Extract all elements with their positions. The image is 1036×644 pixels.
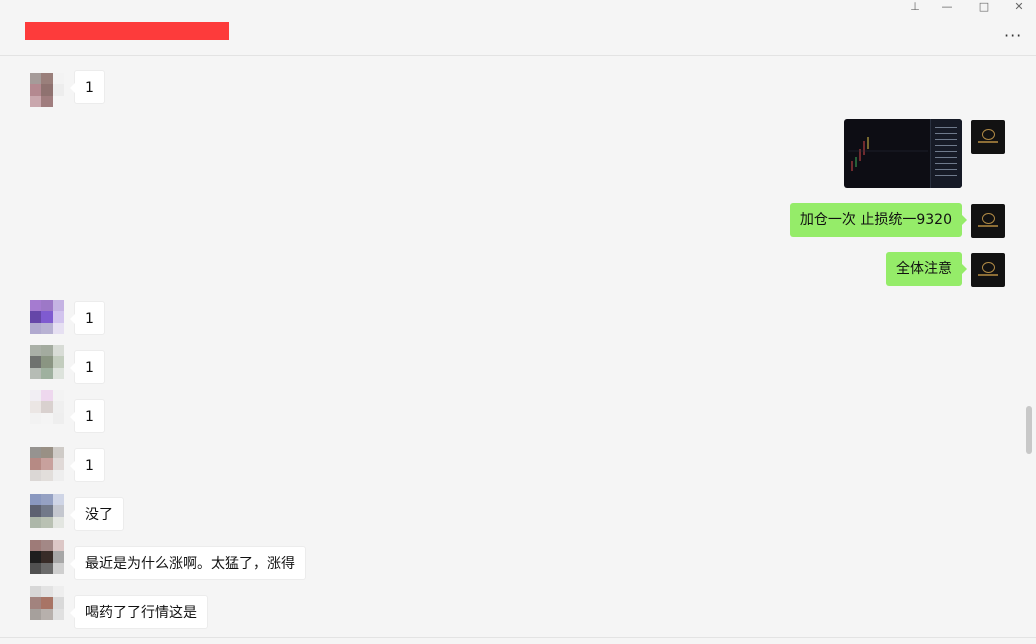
avatar[interactable]	[30, 300, 64, 334]
redacted-chat-title	[25, 22, 229, 40]
message-bubble[interactable]: 1	[70, 350, 105, 384]
self-avatar[interactable]	[971, 204, 1005, 238]
self-avatar[interactable]	[971, 120, 1005, 154]
message-bubble[interactable]: 最近是为什么涨啊。太猛了，涨得	[70, 546, 306, 580]
close-button[interactable]: ✕	[1002, 0, 1036, 14]
avatar[interactable]	[30, 73, 64, 107]
avatar[interactable]	[30, 390, 64, 424]
avatar[interactable]	[30, 345, 64, 379]
message-bubble[interactable]: 喝药了了行情这是	[70, 595, 208, 629]
divider	[0, 637, 1036, 638]
message-bubble[interactable]: 没了	[70, 497, 124, 531]
avatar[interactable]	[30, 540, 64, 574]
maximize-button[interactable]: □	[967, 0, 1001, 14]
message-bubble[interactable]: 1	[70, 399, 105, 433]
message-bubble[interactable]: 加仓一次 止损统一9320	[789, 203, 968, 237]
pin-icon[interactable]: ⊥	[898, 0, 932, 14]
avatar[interactable]	[30, 586, 64, 620]
message-bubble[interactable]: 全体注意	[886, 252, 967, 286]
message-bubble[interactable]: 1	[70, 301, 105, 335]
self-avatar[interactable]	[971, 253, 1005, 287]
chart-image-message[interactable]	[844, 119, 962, 188]
minimize-button[interactable]: —	[930, 0, 964, 14]
scrollbar-thumb[interactable]	[1026, 406, 1032, 454]
message-bubble[interactable]: 1	[70, 70, 105, 104]
avatar[interactable]	[30, 494, 64, 528]
message-bubble[interactable]: 1	[70, 448, 105, 482]
chart-thumbnail-icon	[848, 137, 928, 171]
price-panel	[930, 119, 962, 188]
more-options-icon[interactable]: ···	[1004, 26, 1022, 45]
title-bar: ⊥ — □ ✕ ···	[0, 0, 1036, 56]
avatar[interactable]	[30, 447, 64, 481]
